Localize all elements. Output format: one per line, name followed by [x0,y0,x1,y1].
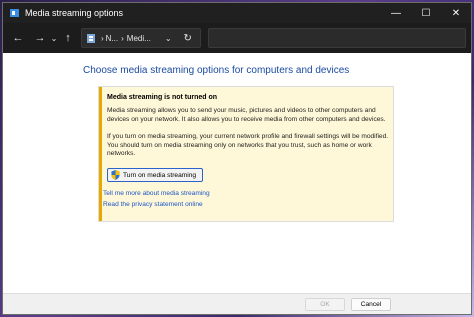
navigation-bar: ← → ⌄ ↑ › N... › Medi... ⌄ ↻ [3,23,471,53]
breadcrumb-separator-icon: › [121,33,124,43]
privacy-statement-link[interactable]: Read the privacy statement online [103,201,203,208]
app-icon [10,9,19,17]
forward-button[interactable]: → [31,28,49,48]
infobox-description: Media streaming allows you to send your … [107,107,386,123]
uac-shield-icon [111,170,120,180]
search-input[interactable] [208,28,466,48]
turn-on-button-label: Turn on media streaming [123,171,197,179]
turn-on-media-streaming-button[interactable]: Turn on media streaming [107,168,204,182]
breadcrumb-dropdown-icon[interactable]: ⌄ [165,34,172,43]
maximize-button[interactable]: ☐ [411,3,441,23]
cancel-button[interactable]: Cancel [351,298,391,311]
control-panel-icon [87,33,95,43]
media-streaming-window: Media streaming options — ☐ ✕ ← → ⌄ ↑ › … [2,2,472,315]
ok-button[interactable]: OK [305,298,345,311]
page-title: Choose media streaming options for compu… [83,65,350,76]
warning-stripe [99,87,102,221]
infobox-warning-text: If you turn on media streaming, your cur… [107,133,389,158]
main-content: Choose media streaming options for compu… [3,53,471,293]
breadcrumb-separator-icon: › [101,33,104,43]
tell-me-more-link[interactable]: Tell me more about media streaming [103,190,210,197]
close-button[interactable]: ✕ [441,3,471,23]
recent-locations-button[interactable]: ⌄ [49,28,59,48]
breadcrumb-item-media[interactable]: Medi... [127,34,151,43]
window-title: Media streaming options [25,8,124,18]
minimize-button[interactable]: — [381,3,411,23]
breadcrumb-item-network[interactable]: N... [106,34,118,43]
dialog-footer: OK Cancel [3,293,471,314]
back-button[interactable]: ← [9,28,27,48]
title-bar[interactable]: Media streaming options — ☐ ✕ [3,3,471,23]
address-bar[interactable]: › N... › Medi... ⌄ ↻ [81,28,201,48]
refresh-icon[interactable]: ↻ [184,33,192,44]
up-button[interactable]: ↑ [59,28,77,48]
infobox-title: Media streaming is not turned on [107,94,218,101]
